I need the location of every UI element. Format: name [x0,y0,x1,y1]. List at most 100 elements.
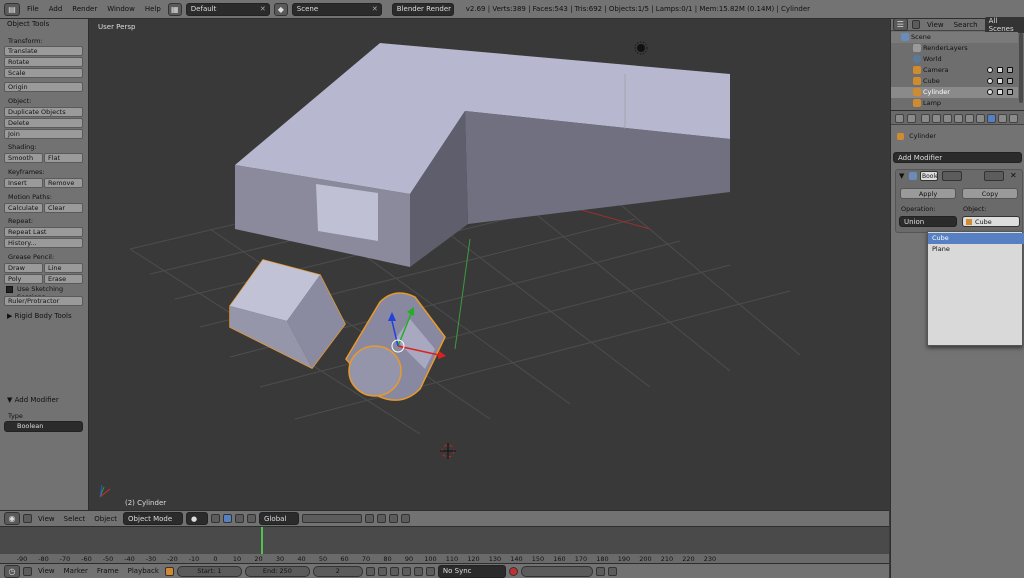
outliner-scrollbar[interactable] [1019,33,1023,103]
record-icon[interactable] [508,566,518,576]
outliner-row-renderlayers[interactable]: RenderLayers [891,43,1018,54]
layers-icon[interactable] [302,514,363,523]
editor-type-button[interactable]: ☰ [893,18,908,31]
draw-button[interactable]: Draw [4,263,43,273]
pivot-icon[interactable] [211,514,221,523]
timeline-editor[interactable]: -90 -80 -70 -60 -50 -40 -30 -20 -10 0 10 20 30 40 50 60… [0,526,889,563]
modifier-name-field[interactable]: Boolean [920,171,938,181]
scale-button[interactable]: Scale [4,68,83,78]
line-button[interactable]: Line [44,263,83,273]
ruler-protractor-button[interactable]: Ruler/Protractor [4,296,83,306]
layout-icon[interactable]: ▦ [167,2,182,16]
jump-start-icon[interactable] [365,566,375,576]
frame-menu[interactable]: Frame [94,567,122,575]
snap-icon[interactable] [365,514,375,523]
menu-help[interactable]: Help [142,5,164,13]
dropdown-item-cube[interactable]: Cube [928,233,1024,244]
play-icon[interactable] [401,566,411,576]
scene-selector[interactable]: Scene ✕ [291,2,382,16]
origin-button[interactable]: Origin [4,82,83,92]
3d-cursor[interactable] [440,443,456,459]
render-icon[interactable] [1007,67,1013,73]
object-menu[interactable]: Object [91,515,120,523]
collapse-triangle-icon[interactable]: ▼ [899,172,904,180]
outliner-row-world[interactable]: World [891,54,1018,65]
select-menu[interactable]: Select [61,515,89,523]
close-icon[interactable]: ✕ [372,5,378,13]
menu-render[interactable]: Render [69,5,100,13]
join-button[interactable]: Join [4,129,83,139]
outliner-view-menu[interactable]: View [924,21,947,29]
remove-button[interactable]: Remove [44,178,83,188]
display-toggle-icon[interactable] [942,171,962,181]
outliner-row-camera[interactable]: Camera [891,65,1018,76]
selectability-icon[interactable] [997,67,1003,73]
selectability-icon[interactable] [997,78,1003,84]
rotate-manipulator-icon[interactable] [247,514,257,523]
play-reverse-icon[interactable] [389,566,399,576]
outliner-row-scene[interactable]: Scene [891,32,1018,43]
object-tools-header[interactable]: Object Tools [7,20,49,28]
menu-window[interactable]: Window [104,5,138,13]
translate-button[interactable]: Translate [4,46,83,56]
translate-manipulator-icon[interactable] [235,514,245,523]
editor-type-button[interactable]: ◷ [4,564,20,578]
render-tab-icon[interactable] [921,114,930,123]
camera-icon[interactable] [401,514,411,523]
constraints-tab-icon[interactable] [976,114,985,123]
data-tab-icon[interactable] [998,114,1007,123]
outliner-row-cube[interactable]: Cube [891,76,1018,87]
start-frame-field[interactable]: Start: 1 [176,565,242,577]
rotate-button[interactable]: Rotate [4,57,83,67]
menu-add[interactable]: Add [46,5,66,13]
render-preview-icon[interactable] [389,514,399,523]
timeline-strip[interactable] [0,527,889,554]
end-frame-field[interactable]: End: 250 [244,565,310,577]
layout-selector[interactable]: Default ✕ [185,2,270,16]
visibility-icon[interactable] [987,78,993,84]
marker-menu[interactable]: Marker [61,567,91,575]
operation-select[interactable]: Union [899,216,957,227]
menu-icon[interactable] [907,114,916,123]
render-icon[interactable] [1007,89,1013,95]
history-button[interactable]: History... [4,238,83,248]
current-frame-field[interactable]: 2 [312,565,363,577]
move-updown-icon[interactable] [984,171,1004,181]
editor-type-icon[interactable] [895,114,904,123]
mode-selector[interactable]: Object Mode [123,512,184,525]
poly-button[interactable]: Poly [4,274,43,284]
shading-selector[interactable]: ● [186,512,209,525]
outliner-row-cylinder[interactable]: Cylinder [891,87,1018,98]
flat-button[interactable]: Flat [44,153,83,163]
outliner-row-lamp[interactable]: Lamp [891,98,1018,108]
layers-tab-icon[interactable] [932,114,941,123]
close-icon[interactable]: ✕ [260,5,266,13]
view-menu[interactable]: View [35,567,58,575]
selectability-icon[interactable] [997,89,1003,95]
editor-type-button[interactable]: ▤ [4,2,20,16]
add-modifier-header[interactable]: ▼ Add Modifier [7,396,59,404]
insert-button[interactable]: Insert [4,178,43,188]
menu-toggle-icon[interactable] [23,566,32,576]
material-tab-icon[interactable] [1009,114,1018,123]
calculate-button[interactable]: Calculate [4,203,43,213]
sync-selector[interactable]: No Sync [437,564,506,578]
modifiers-tab-icon[interactable] [987,114,996,123]
duplicate-objects-button[interactable]: Duplicate Objects [4,107,83,117]
sketching-checkbox[interactable] [6,286,13,293]
preview-range-icon[interactable] [164,566,174,576]
object-field[interactable]: Cube [962,216,1020,227]
object-tab-icon[interactable] [965,114,974,123]
apply-button[interactable]: Apply [900,188,956,199]
scene-icon[interactable]: ◆ [273,2,288,16]
scene-tab-icon[interactable] [943,114,952,123]
visibility-icon[interactable] [987,89,993,95]
erase-button[interactable]: Erase [44,274,83,284]
jump-end-icon[interactable] [425,566,435,576]
visibility-icon[interactable] [987,67,993,73]
proportional-edit-icon[interactable] [377,514,387,523]
close-icon[interactable]: ✕ [1010,171,1017,180]
copy-button[interactable]: Copy [962,188,1018,199]
render-engine-selector[interactable]: Blender Render [391,2,454,16]
orientation-selector[interactable]: Global [259,512,300,525]
